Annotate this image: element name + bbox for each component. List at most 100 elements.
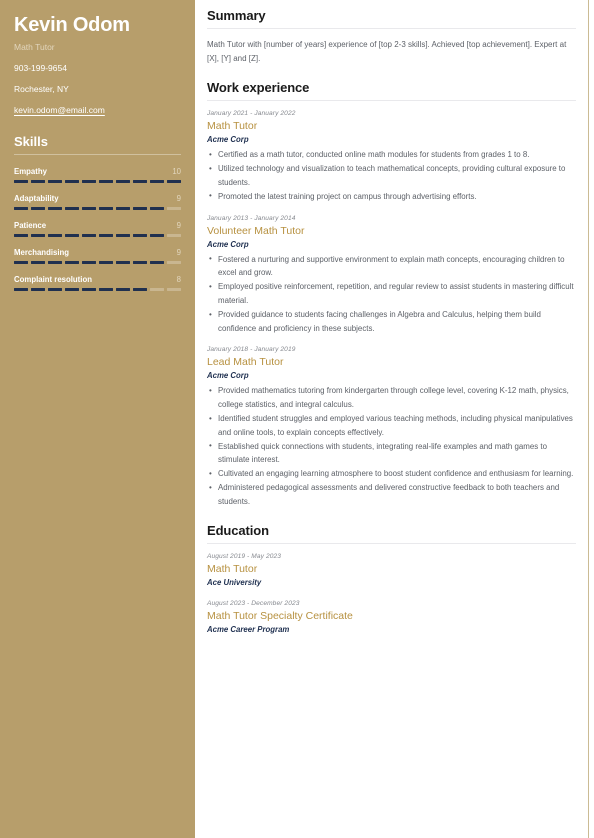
skill-rating-segment — [116, 288, 130, 292]
skill-label: Adaptability — [14, 194, 59, 204]
contact-location: Rochester, NY — [14, 84, 69, 95]
skill-rating-segment — [14, 288, 28, 292]
summary-heading-divider — [207, 28, 576, 29]
skill-rating-segment — [167, 261, 181, 265]
entry-job-title: Volunteer Math Tutor — [207, 224, 305, 237]
skill-score: 9 — [176, 221, 181, 231]
entry-job-title: Math Tutor — [207, 120, 258, 132]
skill-rating-segment — [31, 180, 45, 184]
skill-rating-segment — [31, 288, 45, 292]
skill-rating-segment — [65, 180, 79, 184]
skill-rating-segment — [167, 234, 181, 238]
skill-rating-segment — [150, 180, 164, 184]
entry-bullet: Administered pedagogical assessments and… — [207, 481, 576, 508]
skill-rating-segment — [65, 261, 79, 265]
skill-header: Merchandising 9 — [14, 248, 181, 257]
main-content: Summary Math Tutor with [number of years… — [195, 0, 594, 838]
entry-date: January 2018 - January 2019 — [207, 346, 296, 354]
skill-rating-segment — [65, 288, 79, 292]
skill-rating-segment — [82, 207, 96, 211]
entry-date: August 2023 - December 2023 — [207, 599, 300, 607]
work-experience-heading: Work experience — [207, 80, 310, 95]
skills-heading: Skills — [14, 134, 48, 150]
entry-bullet: Provided guidance to students facing cha… — [207, 307, 576, 335]
skill-score: 9 — [176, 194, 181, 204]
summary-text: Math Tutor with [number of years] experi… — [207, 40, 567, 63]
candidate-name: Kevin Odom — [14, 14, 130, 36]
contact-phone: 903-199-9654 — [14, 63, 67, 74]
right-edge-rule — [588, 0, 589, 838]
skill-rating-segment — [167, 288, 181, 292]
skill-label: Patience — [14, 221, 47, 231]
skill-rating-segment — [116, 207, 130, 211]
skill-rating-segment — [133, 234, 147, 238]
work-experience-heading-divider — [207, 100, 576, 101]
work-experience-entry: January 2018 - January 2019 Lead Math Tut… — [207, 346, 576, 508]
skill-rating-segment — [133, 207, 147, 211]
skills-list: Empathy 10 Adaptability 9 Patience 9 Merchandi… — [14, 167, 181, 292]
skill-rating-segment — [82, 234, 96, 238]
skill-item: Adaptability 9 — [14, 194, 181, 211]
entry-date: January 2021 - January 2022 — [207, 110, 296, 117]
skill-rating-segment — [82, 261, 96, 265]
skill-item: Merchandising 9 — [14, 248, 181, 265]
entry-bullet-list: Certified as a math tutor, conducted onl… — [207, 148, 576, 203]
skill-rating-segment — [150, 288, 164, 292]
skill-rating-segment — [99, 288, 113, 292]
skill-rating-segment — [133, 261, 147, 265]
skill-item: Patience 9 — [14, 221, 181, 238]
education-heading: Education — [207, 522, 269, 538]
skill-rating-bar — [14, 234, 181, 238]
skill-rating-segment — [14, 261, 28, 265]
entry-institution: Acme Career Program — [207, 624, 290, 634]
work-experience-entry: January 2021 - January 2022 Math Tutor Acm… — [207, 110, 576, 204]
entry-degree-title: Math Tutor Specialty Certificate — [207, 609, 353, 622]
skill-rating-segment — [48, 288, 62, 292]
skill-rating-segment — [167, 180, 181, 184]
skill-rating-segment — [150, 234, 164, 238]
skill-rating-segment — [31, 261, 45, 265]
skill-rating-segment — [48, 207, 62, 211]
skill-rating-bar — [14, 207, 181, 211]
skill-label: Empathy — [14, 167, 47, 177]
skill-header: Empathy 10 — [14, 167, 181, 176]
entry-job-title: Lead Math Tutor — [207, 356, 284, 369]
skill-rating-segment — [82, 288, 96, 292]
contact-email-link[interactable]: kevin.odom@email.com — [14, 105, 181, 116]
skill-rating-segment — [31, 207, 45, 211]
entry-date: August 2019 - May 2023 — [207, 552, 282, 560]
skill-rating-segment — [14, 207, 28, 211]
entry-bullet: Established quick connections with stude… — [207, 439, 576, 467]
skill-rating-segment — [133, 288, 147, 292]
skill-rating-segment — [116, 234, 130, 238]
skill-score: 10 — [172, 167, 181, 177]
skill-header: Patience 9 — [14, 221, 181, 230]
skill-rating-segment — [99, 234, 113, 238]
entry-bullet: Employed positive reinforcement, repetit… — [207, 280, 576, 307]
skill-rating-segment — [65, 207, 79, 211]
skill-item: Complaint resolution 8 — [14, 275, 181, 292]
candidate-role: Math Tutor — [14, 42, 55, 52]
education-entry: August 2019 - May 2023 Math Tutor Ace Univ… — [207, 553, 576, 587]
skill-rating-segment — [48, 180, 62, 184]
entry-date: January 2013 - January 2014 — [207, 214, 296, 222]
skill-label: Merchandising — [14, 248, 70, 258]
entry-company: Acme Corp — [207, 239, 249, 249]
entry-degree-title: Math Tutor — [207, 562, 258, 575]
summary-heading: Summary — [207, 8, 266, 23]
entry-bullet-list: Fostered a nurturing and supportive envi… — [207, 252, 576, 336]
entry-bullet: Cultivated an engaging learning atmosphe… — [207, 467, 576, 481]
skill-rating-segment — [99, 261, 113, 265]
skill-header: Adaptability 9 — [14, 194, 181, 203]
skill-rating-segment — [150, 207, 164, 211]
skill-header: Complaint resolution 8 — [14, 275, 181, 284]
entry-company: Acme Corp — [207, 371, 249, 381]
skill-rating-segment — [48, 234, 62, 238]
sidebar: Kevin Odom Math Tutor 903-199-9654 Roche… — [0, 0, 195, 838]
skills-heading-divider — [14, 154, 181, 156]
entry-bullet: Promoted the latest training project on … — [207, 189, 576, 204]
skill-rating-segment — [14, 234, 28, 238]
skill-rating-segment — [48, 261, 62, 265]
entry-bullet-list: Provided mathematics tutoring from kinde… — [207, 384, 576, 508]
skill-rating-bar — [14, 261, 181, 265]
